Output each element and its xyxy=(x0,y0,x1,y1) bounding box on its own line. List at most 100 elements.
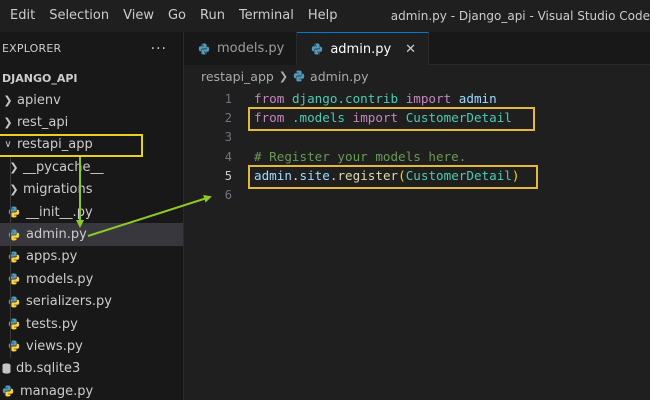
chevron-right-icon: ❯ xyxy=(278,69,289,83)
explorer-sidebar: EXPLORER ··· DJANGO_API ❯ apienv ❯ rest_api… xyxy=(0,32,184,400)
code-token: register xyxy=(337,168,399,184)
project-root[interactable]: DJANGO_API xyxy=(0,67,183,89)
tree-item-label: tests.py xyxy=(26,316,78,332)
code-token: import xyxy=(405,91,452,107)
code-line[interactable]: 5 admin.site.register(CustomerDetail) xyxy=(184,166,650,185)
chevron-right-icon: ❯ xyxy=(3,93,13,107)
tree-item-label: restapi_app xyxy=(17,137,93,153)
line-number: 1 xyxy=(224,91,232,106)
tree-item-label: views.py xyxy=(26,338,83,354)
code-text: admin.site.register(CustomerDetail) xyxy=(254,168,519,183)
python-icon xyxy=(293,70,305,82)
tree-item[interactable]: ∨ restapi_app xyxy=(0,134,183,156)
menu-terminal[interactable]: Terminal xyxy=(232,0,301,32)
tree-item[interactable]: ❯ apienv xyxy=(0,89,183,111)
code-token: . xyxy=(291,168,300,184)
code-token: .models xyxy=(291,110,346,126)
breadcrumb-file[interactable]: admin.py xyxy=(310,69,368,84)
line-number: 2 xyxy=(224,110,232,125)
indent-guide xyxy=(10,290,11,313)
menu-run[interactable]: Run xyxy=(193,0,232,32)
python-icon xyxy=(312,43,323,55)
code-text: from django.contrib import admin xyxy=(254,91,497,106)
code-token: from xyxy=(254,110,285,126)
chevron-right-icon: ❯ xyxy=(3,116,13,130)
code-editor[interactable]: 1 from django.contrib import admin 2 from .… xyxy=(184,89,650,205)
window-title: admin.py - Django_api - Visual Studio Co… xyxy=(390,9,650,23)
code-line[interactable]: 4 # Register your models here. xyxy=(184,147,650,166)
tree-item-label: apienv xyxy=(17,92,61,108)
tree-item-label: manage.py xyxy=(20,383,94,399)
tree-item[interactable]: apps.py xyxy=(0,245,183,269)
menu-help[interactable]: Help xyxy=(301,0,345,32)
code-token: # Register your models here. xyxy=(254,149,467,165)
tree-item-label: models.py xyxy=(26,271,94,287)
code-token: admin xyxy=(458,91,497,107)
tree-item[interactable]: models.py xyxy=(0,268,183,291)
indent-guide xyxy=(10,156,11,179)
indent-guide xyxy=(10,200,11,224)
tree-item-label: apps.py xyxy=(26,249,78,265)
tree-item[interactable]: views.py xyxy=(0,335,183,358)
tree-item-label: __init__.py xyxy=(26,204,93,220)
explorer-title: EXPLORER xyxy=(2,42,62,55)
code-token: django.contrib xyxy=(291,91,399,107)
close-icon[interactable]: ✕ xyxy=(405,42,416,57)
tree-item[interactable]: manage.py xyxy=(0,380,183,400)
tree-item[interactable]: ❯ rest_api xyxy=(0,111,183,133)
tree-item-label: serializers.py xyxy=(26,294,112,310)
tree-item-label: rest_api xyxy=(17,115,69,131)
more-actions-icon[interactable]: ··· xyxy=(151,41,167,57)
tab-bar: models.py admin.py ✕ xyxy=(184,32,650,65)
tree-item-label: db.sqlite3 xyxy=(16,361,81,377)
editor-area: models.py admin.py ✕ restapi_app ❯ admin… xyxy=(184,32,650,400)
code-line[interactable]: 2 from .models import CustomerDetail xyxy=(184,108,650,127)
code-token: site xyxy=(299,168,330,184)
tab-admin-py[interactable]: admin.py ✕ xyxy=(297,32,430,65)
tab-label: admin.py xyxy=(330,41,392,57)
tab-models-py[interactable]: models.py xyxy=(184,32,298,65)
indent-guide xyxy=(10,335,11,358)
menu-edit[interactable]: Edit xyxy=(0,0,42,32)
breadcrumb: restapi_app ❯ admin.py xyxy=(184,65,650,87)
python-icon xyxy=(2,385,14,397)
menu-view[interactable]: View xyxy=(116,0,161,32)
breadcrumb-folder[interactable]: restapi_app xyxy=(201,69,274,84)
code-line[interactable]: 6 xyxy=(184,185,650,204)
line-number: 6 xyxy=(224,188,232,203)
tree-item-label: migrations xyxy=(23,182,93,198)
tree-item-label: __pycache__ xyxy=(23,159,104,175)
code-token: ) xyxy=(511,168,520,184)
code-token: CustomerDetail xyxy=(405,168,512,184)
indent-guide xyxy=(10,178,11,201)
code-token: ( xyxy=(398,168,406,184)
indent-guide xyxy=(10,268,11,291)
tree-item[interactable]: tests.py xyxy=(0,312,183,336)
tree-item[interactable]: __init__.py xyxy=(0,200,183,224)
code-text: from .models import CustomerDetail xyxy=(254,110,512,125)
code-line[interactable]: 1 from django.contrib import admin xyxy=(184,89,650,108)
code-line[interactable]: 3 xyxy=(184,128,650,147)
menu-go[interactable]: Go xyxy=(161,0,193,32)
tree-item[interactable]: ❯ migrations xyxy=(0,178,183,201)
tree-item[interactable]: ❯ __pycache__ xyxy=(0,156,183,179)
indent-guide xyxy=(10,312,11,336)
database-icon xyxy=(2,363,11,374)
code-token: admin xyxy=(254,168,292,184)
tree-item[interactable]: serializers.py xyxy=(0,290,183,313)
tree-item[interactable]: admin.py xyxy=(0,223,183,246)
line-number: 5 xyxy=(224,168,232,183)
indent-guide xyxy=(10,245,11,269)
code-token: import xyxy=(352,110,399,126)
tree-item-label: admin.py xyxy=(26,227,87,243)
chevron-down-icon: ∨ xyxy=(4,139,12,151)
menu-selection[interactable]: Selection xyxy=(42,0,116,32)
tree-item[interactable]: db.sqlite3 xyxy=(0,358,183,380)
explorer-header: EXPLORER ··· xyxy=(0,32,183,65)
